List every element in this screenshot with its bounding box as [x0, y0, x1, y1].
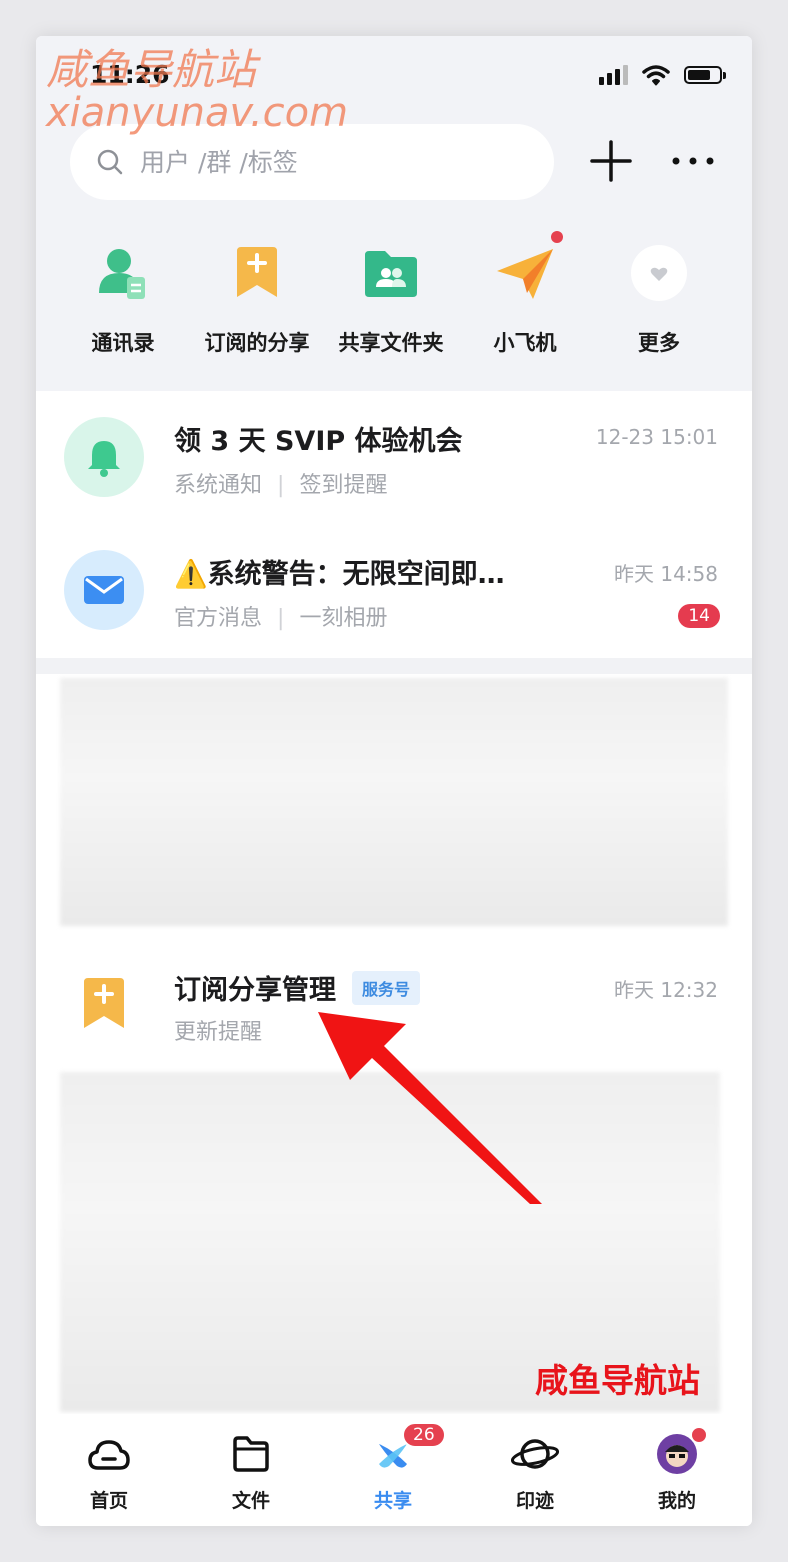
quick-action-label: 通讯录	[91, 331, 155, 355]
contacts-icon	[91, 241, 155, 305]
cloud-icon	[54, 1432, 164, 1476]
status-time: 11:26	[90, 60, 170, 89]
tab-trace[interactable]: 印迹	[480, 1432, 590, 1513]
bookmark-icon	[225, 241, 289, 305]
tab-label: 我的	[657, 1490, 696, 1512]
share-icon: 26	[338, 1422, 448, 1476]
mail-icon	[64, 550, 144, 630]
search-icon	[97, 149, 123, 175]
tab-label: 印迹	[515, 1490, 554, 1512]
tab-label: 首页	[89, 1490, 128, 1512]
new-dot	[551, 231, 563, 243]
quick-action-subscriptions[interactable]: 订阅的分享	[192, 241, 322, 357]
more-options-icon[interactable]	[668, 146, 718, 176]
quick-action-label: 小飞机	[493, 331, 557, 355]
message-item-warning[interactable]: ⚠️系统警告：无限空间即… 官方消息 | 一刻相册 昨天 14:58 14	[36, 524, 752, 657]
quick-action-label: 共享文件夹	[338, 331, 444, 355]
quick-action-more[interactable]: 更多	[594, 241, 724, 357]
bell-icon	[64, 417, 144, 497]
paper-plane-icon	[493, 231, 563, 305]
shared-folder-icon	[359, 241, 423, 305]
message-subtitle: 官方消息 | 一刻相册	[174, 606, 388, 631]
tab-me[interactable]: 我的	[622, 1426, 732, 1513]
search-input[interactable]	[138, 146, 502, 178]
tab-share[interactable]: 26 共享	[338, 1422, 448, 1513]
quick-action-paper-plane[interactable]: 小飞机	[460, 231, 590, 357]
search-bar[interactable]	[70, 124, 554, 200]
message-title: 领 3 天 SVIP 体验机会	[174, 426, 463, 457]
blurred-content	[60, 678, 728, 926]
red-arrow-annotation	[318, 1012, 542, 1204]
quick-action-label: 订阅的分享	[204, 331, 310, 355]
tab-files[interactable]: 文件	[196, 1432, 306, 1513]
signal-icon	[599, 65, 628, 85]
message-source: 系统通知	[174, 473, 263, 498]
notification-dot	[690, 1426, 708, 1444]
wifi-icon	[642, 65, 670, 86]
battery-icon	[684, 66, 726, 84]
service-badge: 服务号	[352, 970, 421, 1005]
phone-screen: 11:26 用户 /群 /标签 通讯录 订阅的分享 共享文件夹 小飞机 更多 领…	[36, 36, 752, 1526]
planet-icon	[480, 1432, 590, 1476]
message-time: 昨天 14:58	[614, 562, 718, 586]
status-icons	[599, 64, 726, 86]
message-snippet: 一刻相册	[299, 606, 388, 631]
folder-icon	[196, 1432, 306, 1476]
avatar-icon	[622, 1426, 732, 1476]
watermark-bottom: 咸鱼导航站	[535, 1361, 700, 1400]
tab-label: 共享	[373, 1490, 412, 1512]
tab-badge: 26	[402, 1422, 446, 1448]
message-item-svip[interactable]: 领 3 天 SVIP 体验机会 系统通知 | 签到提醒 12-23 15:01	[36, 391, 752, 524]
message-source: 官方消息	[174, 606, 263, 631]
message-time: 昨天 12:32	[614, 978, 718, 1002]
unread-badge: 14	[678, 604, 720, 628]
service-title-row: 订阅分享管理 服务号	[174, 968, 421, 1007]
quick-action-label: 更多	[638, 331, 680, 355]
tab-bar: 首页 文件 26 共享 印迹 我的	[36, 1414, 752, 1526]
header-area: 11:26 用户 /群 /标签 通讯录 订阅的分享 共享文件夹 小飞机 更多	[36, 36, 752, 391]
message-title: ⚠️系统警告：无限空间即…	[174, 559, 505, 590]
message-subtitle: 系统通知 | 签到提醒	[174, 473, 388, 498]
quick-action-shared-folder[interactable]: 共享文件夹	[326, 241, 456, 357]
message-title: 订阅分享管理	[174, 975, 336, 1006]
message-subtitle: 更新提醒	[174, 1020, 263, 1045]
section-divider	[36, 658, 752, 674]
bookmark-icon	[84, 978, 124, 1028]
tab-home[interactable]: 首页	[54, 1432, 164, 1513]
tab-label: 文件	[231, 1490, 270, 1512]
quick-action-contacts[interactable]: 通讯录	[58, 241, 188, 357]
heart-icon	[627, 241, 691, 305]
message-snippet: 签到提醒	[299, 473, 388, 498]
message-time: 12-23 15:01	[595, 425, 718, 449]
add-icon[interactable]	[588, 138, 634, 184]
